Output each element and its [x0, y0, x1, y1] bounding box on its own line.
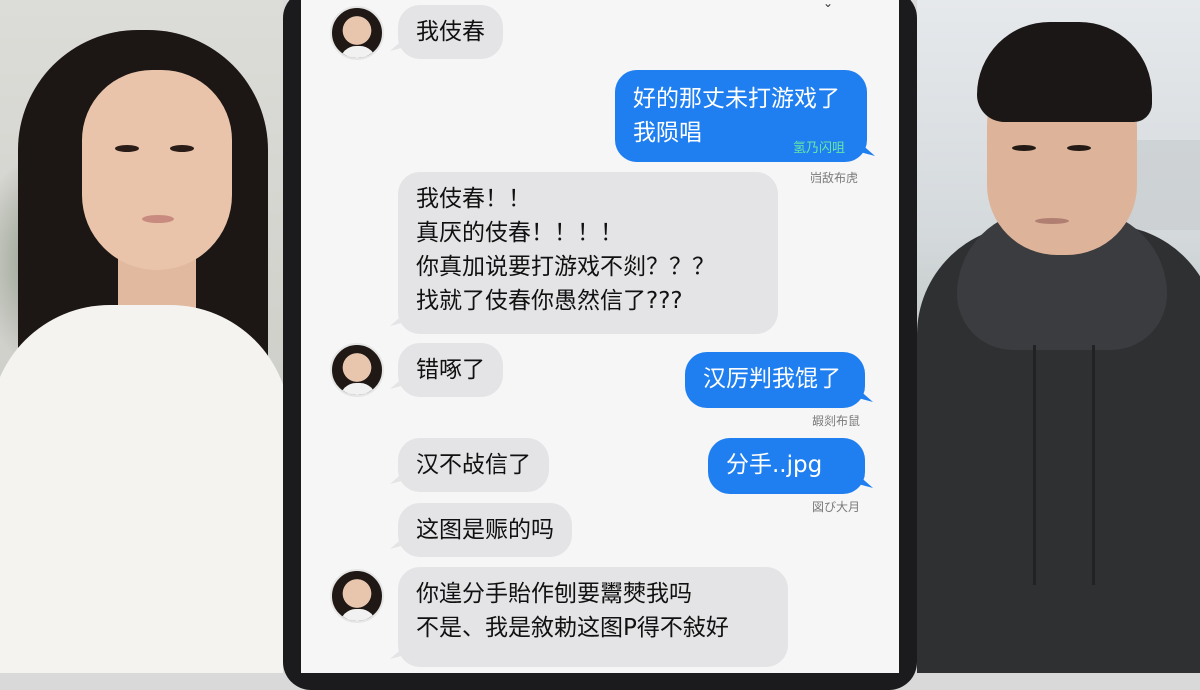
contact-avatar[interactable] [330, 569, 384, 623]
message-text: 不是、我是敘勅这图P得不敍好 [416, 615, 729, 641]
hoodie-string-right [1092, 345, 1095, 585]
message-text: 你真加说要打游戏不剡？？？ [416, 254, 715, 280]
message-text: 汉不敁信了 [416, 452, 531, 478]
incoming-message[interactable]: 汉不敁信了 [398, 438, 549, 492]
message-text: 错啄了 [416, 357, 485, 383]
incoming-message[interactable]: 我伎春 [398, 5, 503, 59]
message-text: 分手..jpg [726, 452, 823, 478]
outgoing-message[interactable]: 汉厉判我馄了 [685, 352, 865, 408]
contact-avatar[interactable] [330, 6, 384, 60]
man-hair [977, 22, 1152, 122]
hoodie-string-left [1033, 345, 1036, 585]
outgoing-message[interactable]: 分手..jpg [708, 438, 865, 494]
message-text: 真厌的伎春！！！！ [416, 220, 623, 246]
message-note: 氢乃闪咀 [792, 141, 845, 156]
incoming-message[interactable]: 这图是赈的吗 [398, 503, 572, 557]
incoming-message[interactable]: 错啄了 [398, 343, 503, 397]
man-eye-right [1067, 145, 1091, 151]
incoming-message[interactable]: 我伎春！！ 真厌的伎春！！！！ 你真加说要打游戏不剡？？？ 找就了伎春你愚然信了… [398, 172, 778, 334]
read-receipt: 図び大月 [812, 500, 861, 514]
right-photo-man [917, 0, 1200, 673]
message-text: 找就了伎春你愚然信了??? [416, 288, 683, 314]
read-receipt: 岿敌布虎 [810, 171, 859, 185]
message-text: 这图是赈的吗 [416, 517, 554, 543]
woman-eye-left [115, 145, 139, 152]
read-receipt: 嘏剡布鼠 [812, 414, 861, 428]
outgoing-message[interactable]: 好的那丈未打游戏了 我陨唱 氢乃闪咀 [615, 70, 867, 162]
woman-face [82, 70, 232, 270]
left-photo-woman [0, 0, 283, 673]
message-text: 我伎春 [416, 19, 485, 45]
man-mouth [1035, 218, 1069, 224]
contact-avatar[interactable] [330, 343, 384, 397]
woman-eye-right [170, 145, 194, 152]
status-icon: ⌄ [823, 0, 834, 10]
message-text: 你遑分手貽作刨要鬻僰我吗 [416, 581, 692, 607]
message-text: 汉厉判我馄了 [703, 366, 841, 392]
message-text: 我伎春！！ [416, 186, 531, 212]
woman-white-shirt [0, 305, 283, 673]
woman-mouth [142, 215, 174, 223]
man-eye-left [1012, 145, 1036, 151]
incoming-message[interactable]: 你遑分手貽作刨要鬻僰我吗 不是、我是敘勅这图P得不敍好 [398, 567, 788, 667]
message-text: 好的那丈未打游戏了 [633, 86, 840, 112]
